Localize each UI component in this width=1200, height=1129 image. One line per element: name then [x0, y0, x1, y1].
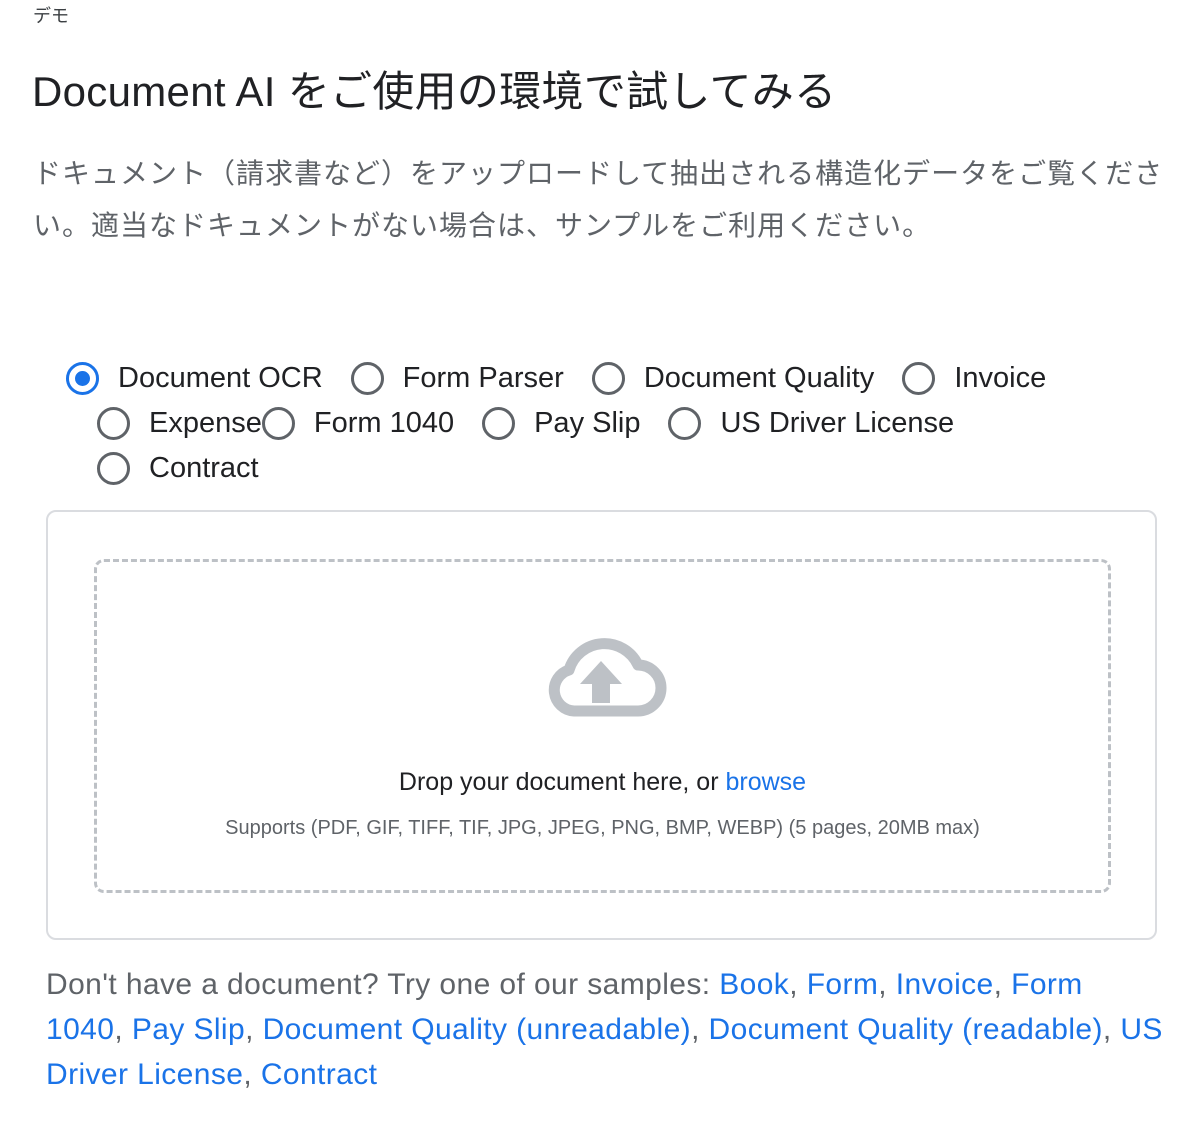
supported-formats: Supports (PDF, GIF, TIFF, TIF, JPG, JPEG…	[225, 817, 980, 839]
radio-button[interactable]	[668, 407, 702, 440]
radio-button[interactable]	[350, 362, 384, 395]
sample-link-form[interactable]: Form	[807, 968, 879, 1001]
samples-intro: Don't have a document? Try one of our sa…	[46, 968, 720, 1001]
radio-form-parser[interactable]: Form Parser	[350, 362, 564, 395]
radio-label: Pay Slip	[534, 407, 641, 439]
drop-zone[interactable]: Drop your document here, or browse Suppo…	[94, 559, 1111, 893]
radio-button[interactable]	[97, 452, 130, 485]
radio-us-driver-license[interactable]: US Driver License	[668, 407, 954, 440]
radio-button[interactable]	[261, 407, 295, 440]
page-description: ドキュメント（請求書など）をアップロードして抽出される構造化データをご覧ください…	[33, 158, 1164, 241]
radio-form-1040[interactable]: Form 1040	[261, 407, 455, 440]
drop-prompt: Drop your document here, or	[398, 768, 726, 796]
radio-button[interactable]	[482, 407, 516, 440]
radio-invoice[interactable]: Invoice	[902, 362, 1046, 395]
cloud-upload-icon	[548, 638, 667, 717]
radio-button-checked[interactable]	[66, 362, 99, 395]
radio-row: Expense Form 1040 Pay Slip US Driver Lic…	[66, 401, 1146, 446]
sample-link-contract[interactable]: Contract	[261, 1058, 378, 1091]
sample-link-book[interactable]: Book	[719, 968, 789, 1001]
radio-button[interactable]	[591, 362, 625, 395]
radio-contract[interactable]: Contract	[97, 452, 259, 485]
eyebrow-label: デモ	[33, 6, 69, 26]
radio-pay-slip[interactable]: Pay Slip	[482, 407, 640, 440]
browse-link[interactable]: browse	[725, 768, 806, 796]
radio-label: US Driver License	[720, 407, 955, 439]
radio-label: Contract	[149, 452, 259, 484]
sample-link-invoice[interactable]: Invoice	[896, 968, 994, 1001]
upload-card: Drop your document here, or browse Suppo…	[46, 510, 1157, 940]
processor-radio-group: Document OCR Form Parser Document Qualit…	[66, 356, 1146, 491]
radio-label: Invoice	[954, 362, 1047, 394]
radio-label: Expense	[149, 407, 262, 439]
radio-row: Contract	[66, 446, 1146, 491]
radio-button[interactable]	[902, 362, 936, 395]
page-title: Document AI をご使用の環境で試してみる	[32, 68, 837, 115]
sample-link-pay-slip[interactable]: Pay Slip	[132, 1013, 245, 1046]
radio-document-quality[interactable]: Document Quality	[591, 362, 875, 395]
drop-instructions: Drop your document here, or browse	[97, 768, 1108, 797]
radio-label: Form 1040	[313, 407, 455, 439]
radio-label: Document OCR	[118, 362, 323, 394]
radio-label: Form Parser	[402, 362, 564, 394]
radio-expense[interactable]: Expense	[97, 407, 262, 440]
sample-link-document-quality-unreadable[interactable]: Document Quality (unreadable)	[263, 1013, 691, 1046]
samples-paragraph: Don't have a document? Try one of our sa…	[46, 968, 1163, 1091]
sample-link-document-quality-readable[interactable]: Document Quality (readable)	[709, 1013, 1103, 1046]
radio-label: Document Quality	[643, 362, 875, 394]
radio-document-ocr[interactable]: Document OCR	[66, 362, 323, 395]
radio-row: Document OCR Form Parser Document Qualit…	[66, 356, 1146, 401]
radio-button[interactable]	[97, 407, 130, 440]
